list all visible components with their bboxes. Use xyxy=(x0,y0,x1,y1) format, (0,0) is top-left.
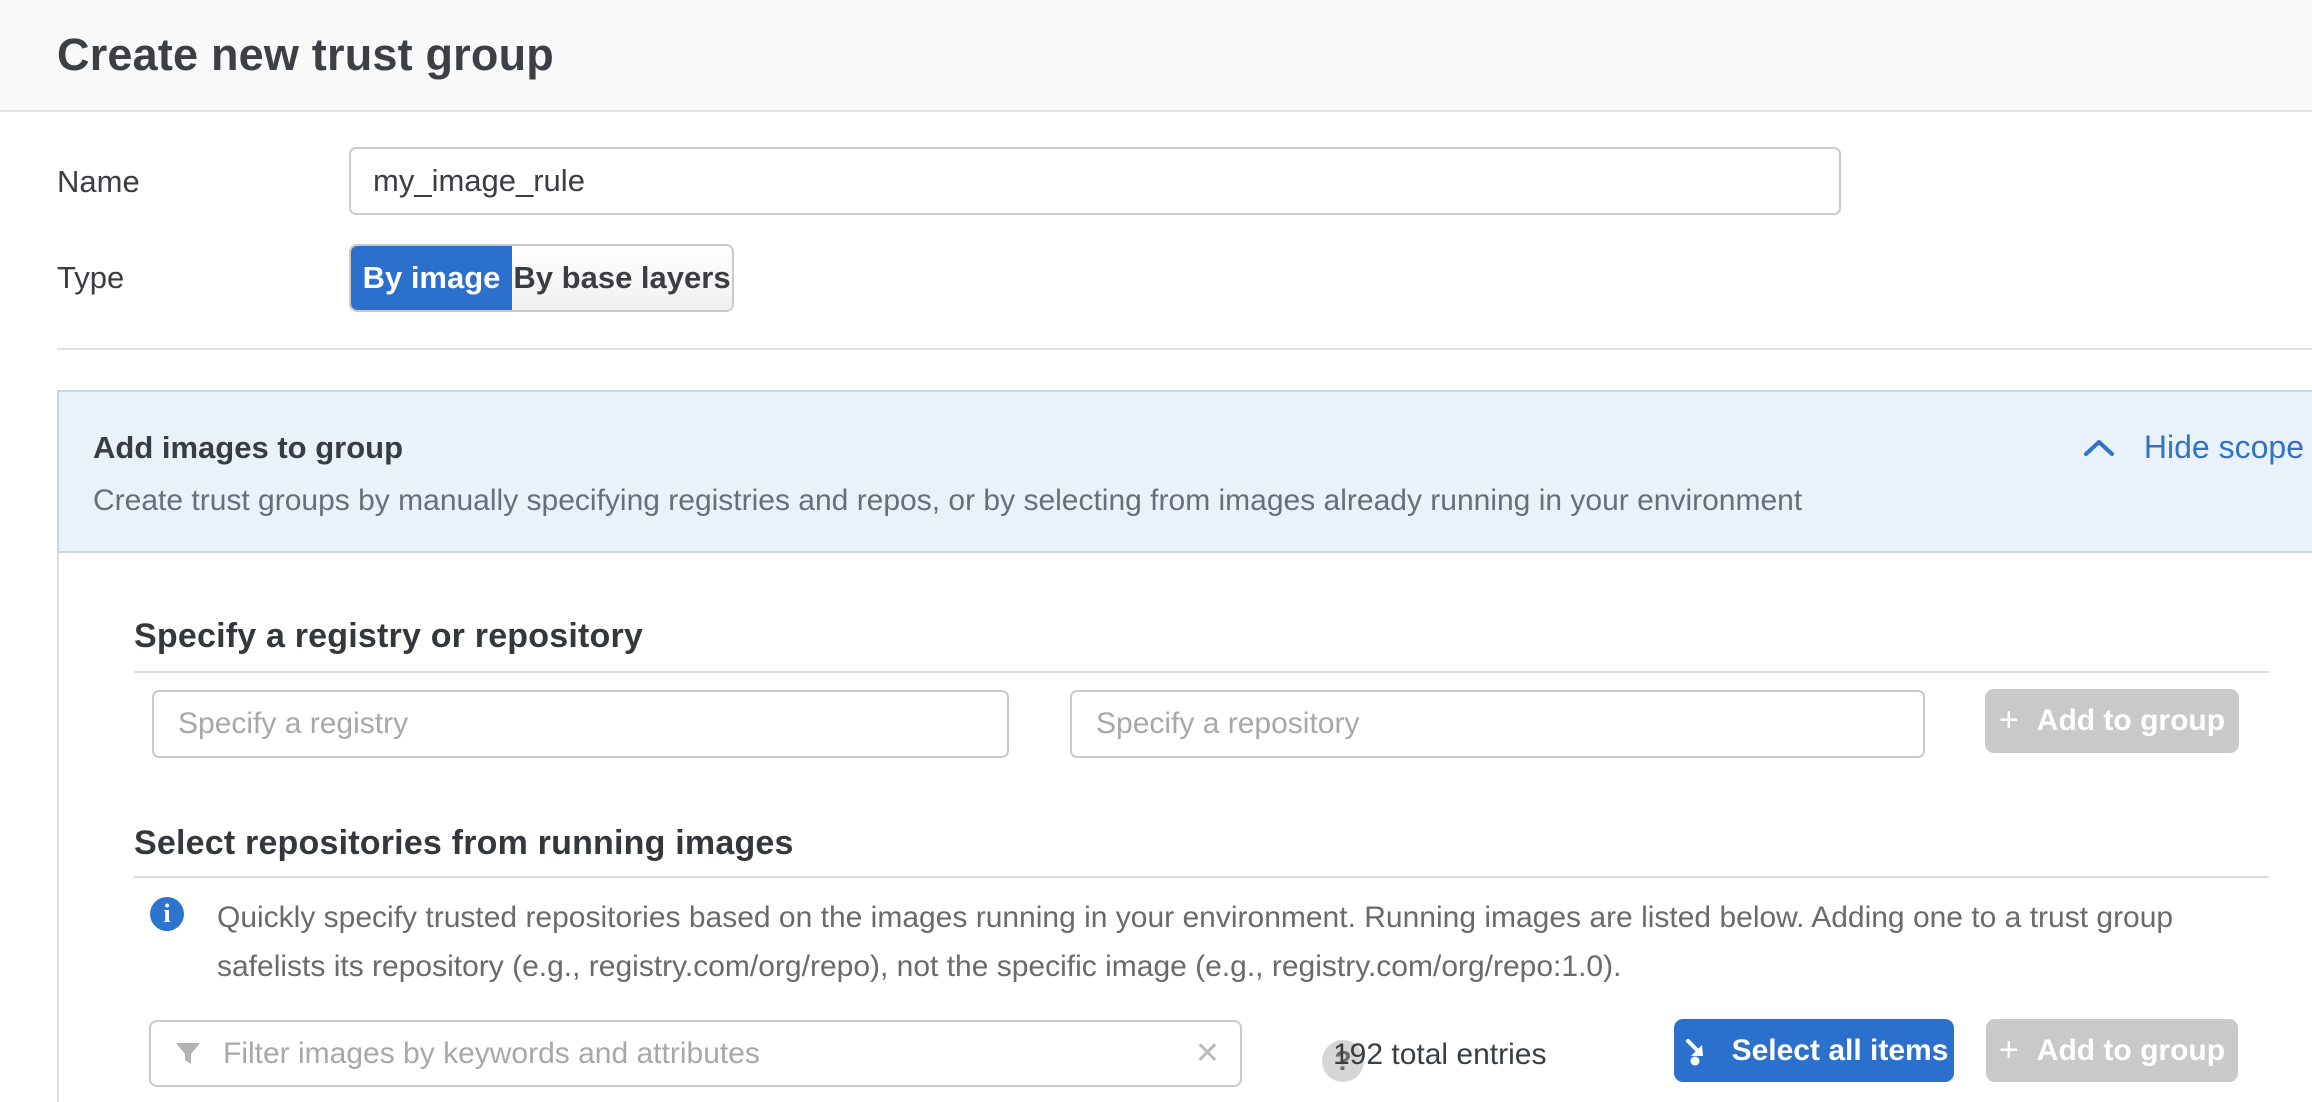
running-images-info-text: Quickly specify trusted repositories bas… xyxy=(217,893,2212,991)
registry-input[interactable] xyxy=(152,690,1009,758)
add-to-group-button-running[interactable]: Add to group xyxy=(1986,1019,2238,1082)
clear-filter-icon[interactable] xyxy=(1195,1039,1220,1069)
add-to-group-label: Add to group xyxy=(2037,704,2225,738)
total-entries: 192 total entries xyxy=(1333,1038,1546,1072)
registry-section-heading: Specify a registry or repository xyxy=(134,617,643,656)
type-toggle: By image By base layers xyxy=(349,244,734,312)
select-all-items-button[interactable]: Select all items xyxy=(1674,1019,1954,1082)
info-icon xyxy=(150,897,184,931)
filter-input[interactable] xyxy=(223,1037,1175,1071)
plus-icon xyxy=(1999,1033,2019,1069)
repository-input[interactable] xyxy=(1070,690,1925,758)
create-trust-group-page: Create new trust group Name Type By imag… xyxy=(0,0,2312,1102)
running-images-heading: Select repositories from running images xyxy=(134,824,794,863)
scope-description: Create trust groups by manually specifyi… xyxy=(93,484,1802,518)
name-label: Name xyxy=(57,164,140,200)
plus-icon xyxy=(1999,703,2019,739)
chevron-up-icon xyxy=(2080,435,2118,461)
type-option-by-image[interactable]: By image xyxy=(351,246,512,310)
filter-box xyxy=(149,1020,1242,1087)
add-to-group-label: Add to group xyxy=(2037,1034,2225,1068)
hide-scope-link[interactable]: Hide scope xyxy=(2080,429,2304,466)
type-label: Type xyxy=(57,260,124,296)
page-header: Create new trust group xyxy=(0,0,2312,112)
select-all-label: Select all items xyxy=(1732,1034,1949,1068)
filter-funnel-icon xyxy=(173,1039,203,1069)
registry-heading-underline xyxy=(134,671,2269,673)
add-to-group-button-registry[interactable]: Add to group xyxy=(1985,689,2239,753)
type-option-by-base-layers[interactable]: By base layers xyxy=(512,246,732,310)
name-input[interactable] xyxy=(349,147,1841,215)
scope-body: Specify a registry or repository Add to … xyxy=(57,553,2312,1102)
scope-title: Add images to group xyxy=(93,430,403,466)
scope-header: Add images to group Create trust groups … xyxy=(57,390,2312,553)
select-all-icon xyxy=(1680,1034,1714,1068)
page-title: Create new trust group xyxy=(57,0,554,110)
form-divider xyxy=(57,348,2312,350)
running-images-heading-underline xyxy=(134,876,2269,878)
scope-card: Add images to group Create trust groups … xyxy=(57,390,2312,1102)
hide-scope-label: Hide scope xyxy=(2144,429,2304,466)
